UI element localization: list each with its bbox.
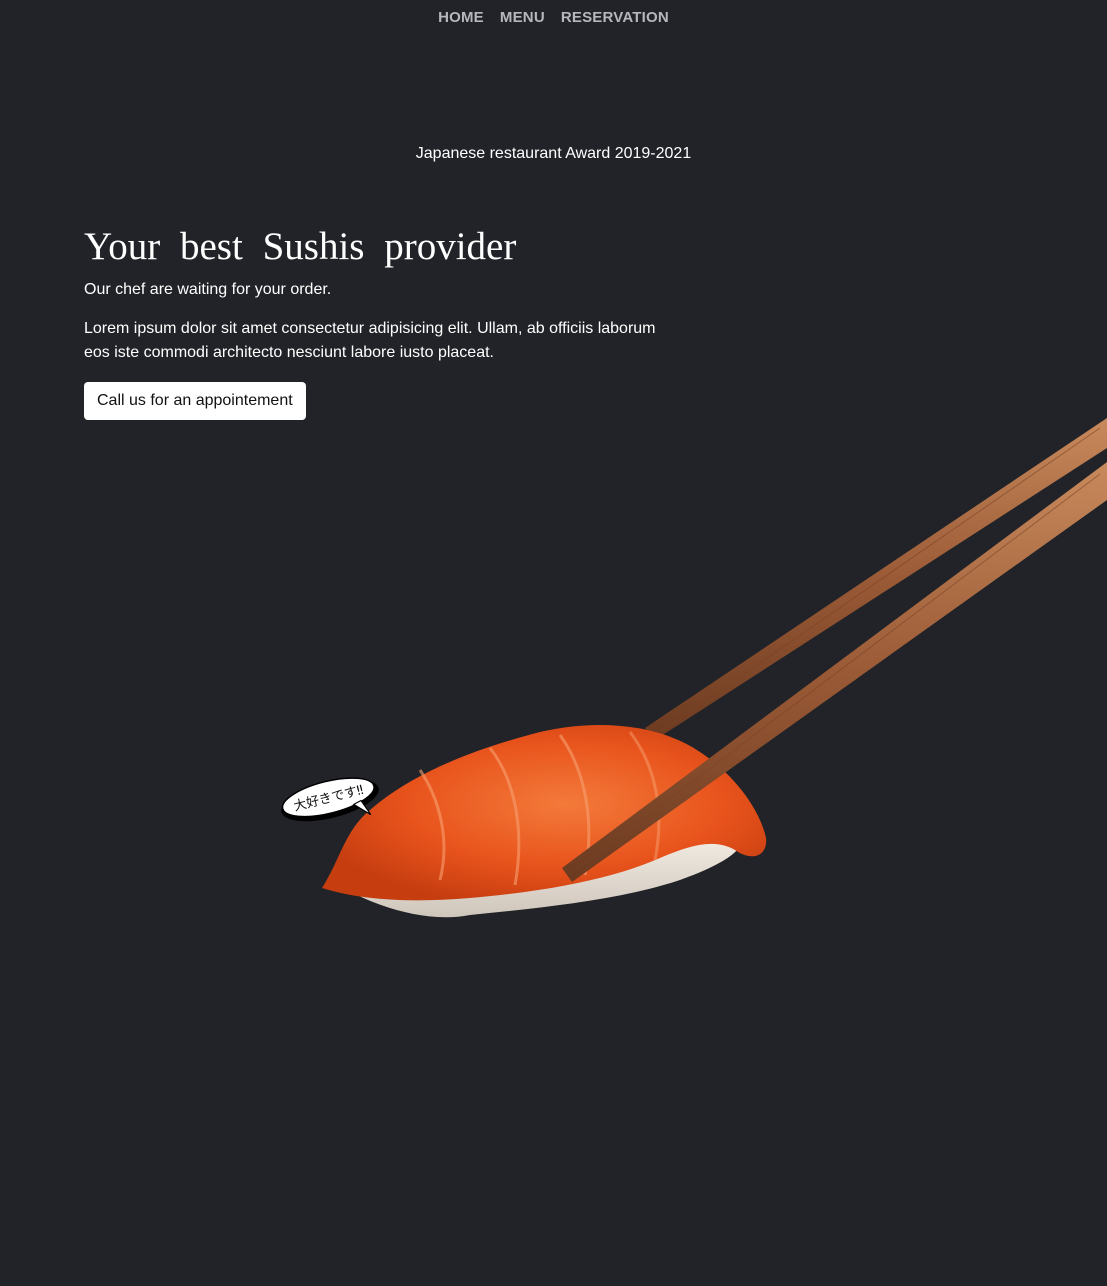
chopstick-back bbox=[645, 418, 1107, 740]
salmon-slice bbox=[322, 724, 767, 901]
sushi-chopsticks-illustration: 大好きです‼ bbox=[281, 418, 1107, 918]
chopstick-front bbox=[562, 462, 1107, 882]
